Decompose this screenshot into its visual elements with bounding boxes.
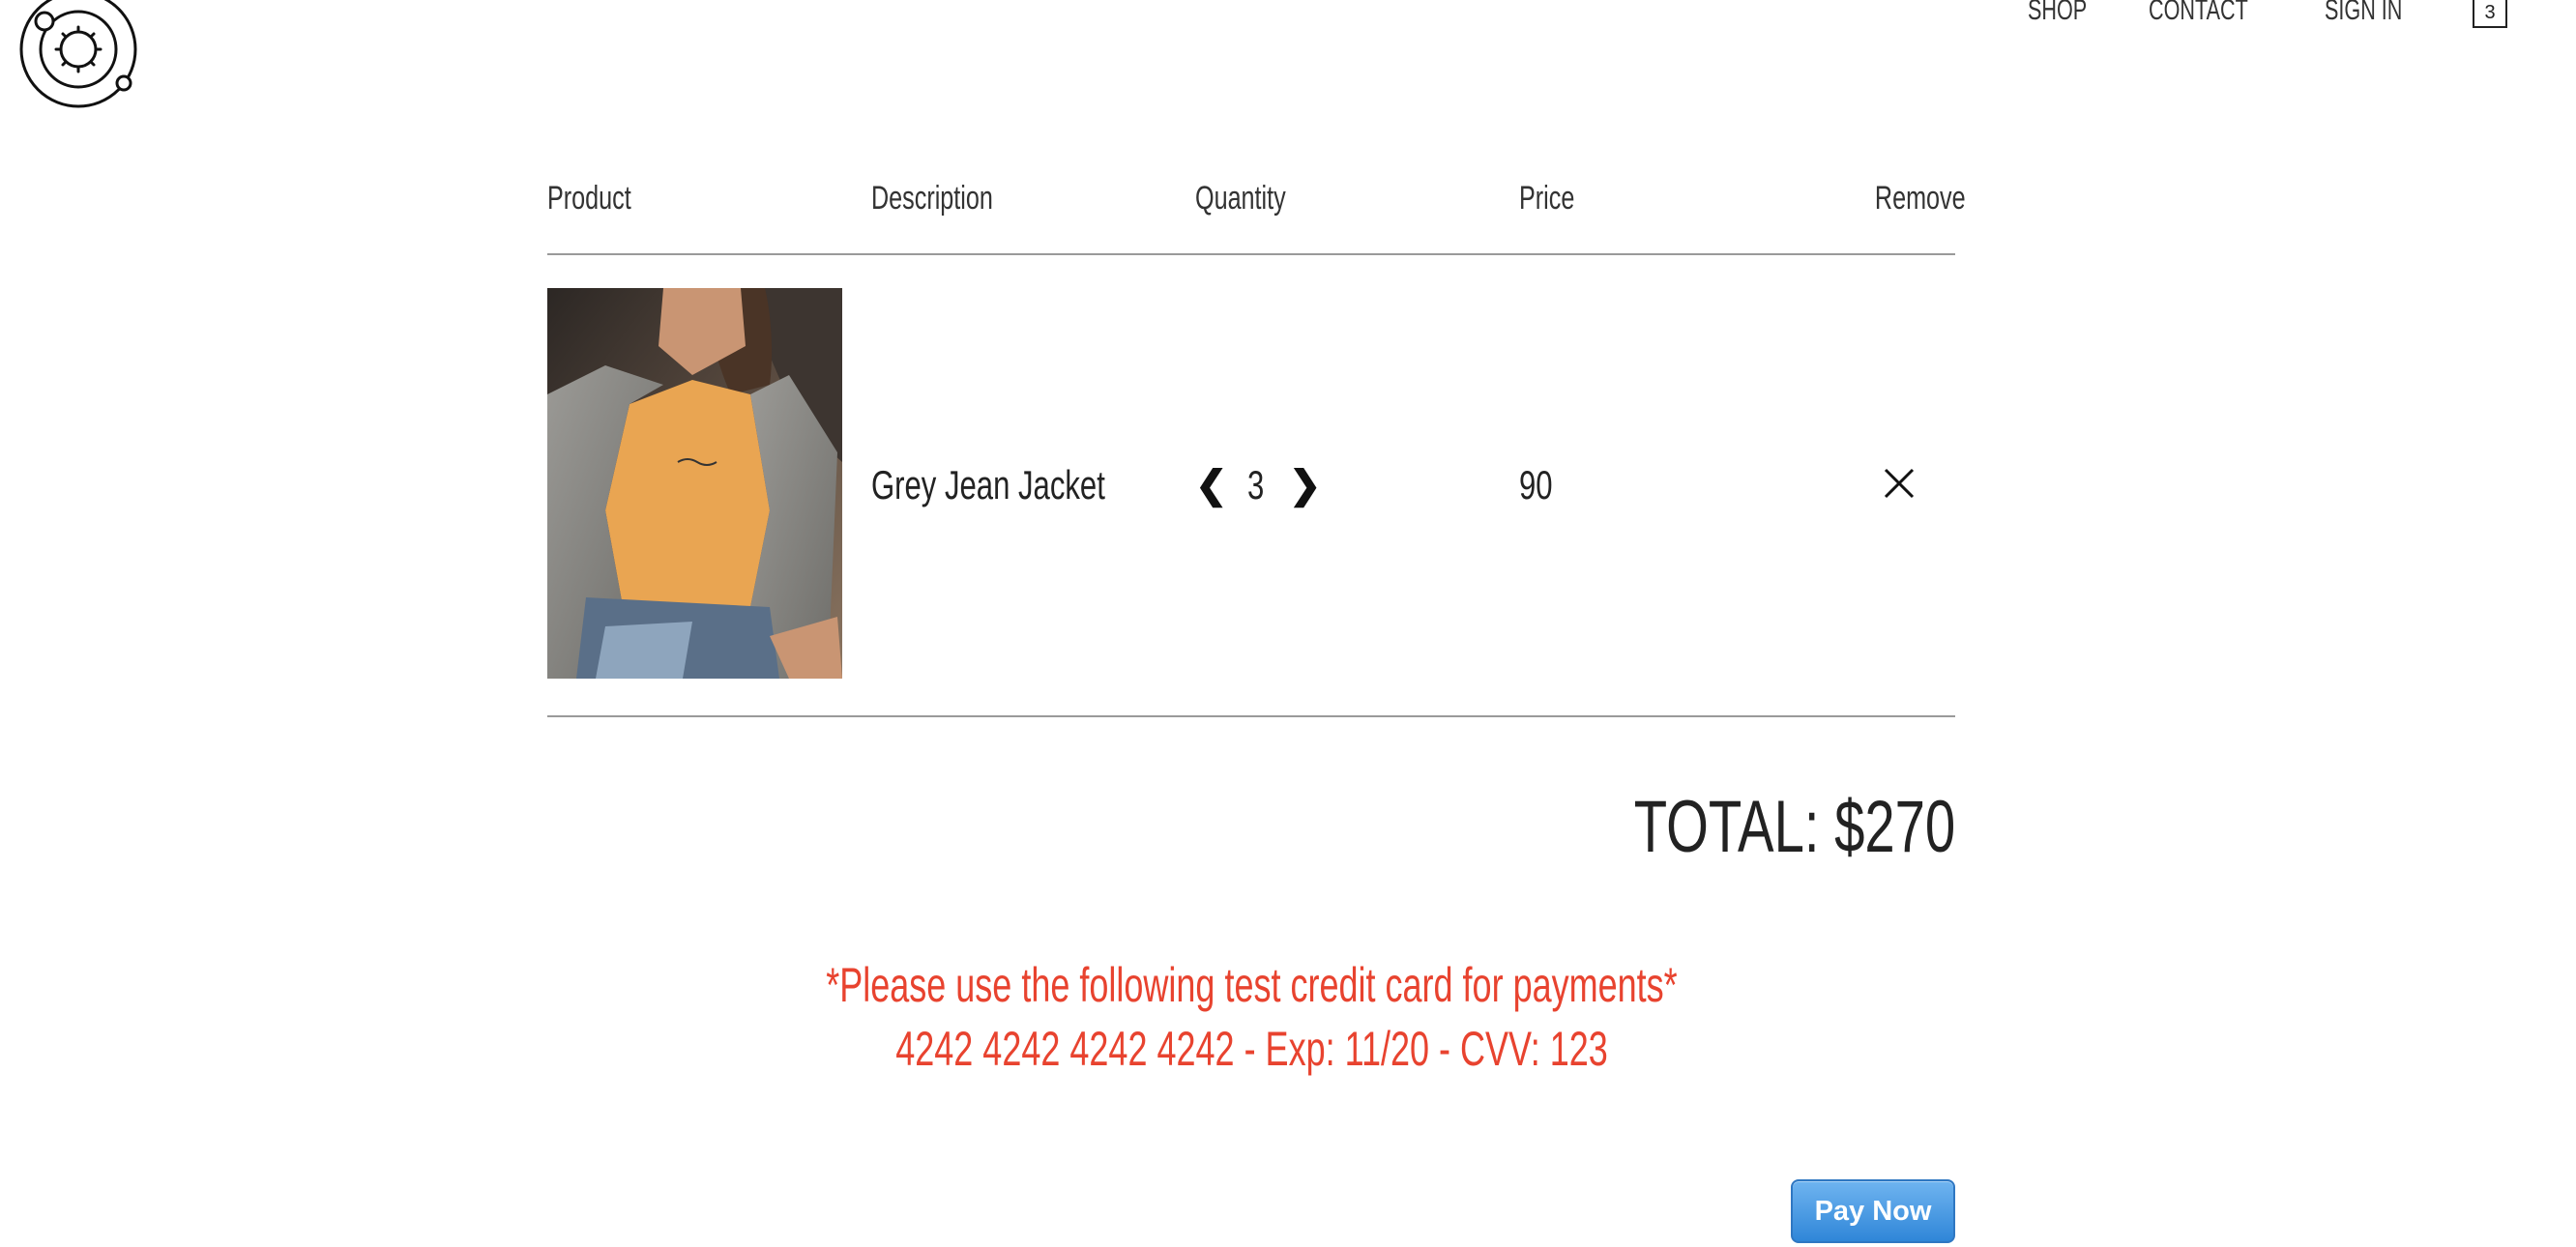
cart-item-row: Grey Jean Jacket ❮ 3 ❯ 90 (547, 255, 1955, 717)
cart-table: Product Description Quantity Price Remov… (547, 174, 1966, 717)
header-remove: Remove (1874, 180, 1966, 217)
product-image[interactable] (547, 287, 842, 679)
product-cell (547, 287, 871, 683)
order-total: TOTAL: $270 (1633, 786, 1955, 868)
pay-now-button[interactable]: Pay Now (1791, 1179, 1955, 1243)
cart-icon[interactable]: 3 (2472, 0, 2508, 29)
remove-cell (1843, 466, 1955, 506)
top-nav: SHOP CONTACT SIGN IN 3 (2028, 0, 2508, 29)
product-description: Grey Jean Jacket (871, 462, 1105, 508)
nav-shop-link[interactable]: SHOP (2028, 0, 2087, 25)
decrease-quantity-icon[interactable]: ❮ (1195, 466, 1228, 505)
header-description: Description (871, 180, 993, 217)
nav-sign-in-link[interactable]: SIGN IN (2325, 0, 2402, 25)
quantity-value: 3 (1246, 462, 1264, 508)
cart-page: SHOP CONTACT SIGN IN 3 Product Descripti… (0, 0, 2576, 1247)
test-card-notice: *Please use the following test credit ca… (825, 958, 1678, 1012)
nav-contact-link[interactable]: CONTACT (2149, 0, 2248, 25)
test-card-details: 4242 4242 4242 4242 - Exp: 11/20 - CVV: … (894, 1022, 1608, 1076)
cart-count-badge: 3 (2484, 2, 2496, 23)
remove-item-close-icon[interactable] (1882, 466, 1917, 501)
quantity-stepper: ❮ 3 ❯ (1195, 462, 1519, 508)
cart-table-header: Product Description Quantity Price Remov… (547, 174, 1966, 255)
header-price: Price (1519, 180, 1575, 217)
quantity-cell: ❮ 3 ❯ (1195, 462, 1519, 508)
header-product: Product (547, 180, 631, 217)
site-logo-icon[interactable] (15, 0, 141, 112)
product-price: 90 (1519, 462, 1553, 508)
increase-quantity-icon[interactable]: ❯ (1289, 466, 1322, 505)
header-quantity: Quantity (1195, 180, 1286, 217)
